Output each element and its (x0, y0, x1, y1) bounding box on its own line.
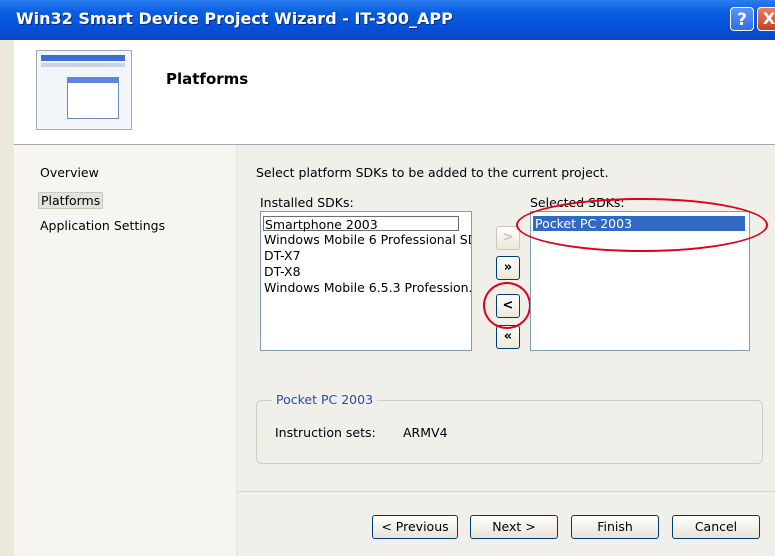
footer-divider (238, 491, 775, 492)
installed-sdks-label: Installed SDKs: (260, 195, 354, 210)
group-title: Pocket PC 2003 (272, 392, 378, 407)
wizard-thumbnail-icon (36, 50, 132, 130)
platforms-panel: Select platform SDKs to be added to the … (238, 145, 775, 556)
next-button[interactable]: Next > (470, 515, 558, 539)
nav-item-application-settings[interactable]: Application Settings (40, 218, 165, 233)
installed-sdks-list[interactable]: Smartphone 2003 Windows Mobile 6 Profess… (260, 211, 472, 351)
wizard-header: Platforms (14, 40, 775, 145)
window-title: Win32 Smart Device Project Wizard - IT-3… (16, 9, 453, 28)
intro-text: Select platform SDKs to be added to the … (256, 165, 609, 180)
wizard-window: Win32 Smart Device Project Wizard - IT-3… (0, 0, 775, 556)
add-all-sdks-button[interactable]: » (496, 256, 520, 280)
page-title: Platforms (166, 70, 249, 88)
title-bar[interactable]: Win32 Smart Device Project Wizard - IT-3… (0, 0, 775, 40)
help-icon[interactable]: ? (730, 7, 754, 31)
annotation-circle-remove (483, 282, 531, 329)
list-item[interactable]: Windows Mobile 6.5.3 Profession. (264, 280, 471, 295)
previous-button[interactable]: < Previous (372, 515, 458, 539)
list-item[interactable]: Windows Mobile 6 Professional SD (264, 232, 471, 247)
cancel-button[interactable]: Cancel (672, 515, 760, 539)
wizard-nav: Overview Platforms Application Settings (14, 145, 236, 556)
annotation-circle-selected (516, 198, 768, 252)
list-item[interactable]: DT-X7 (264, 248, 301, 263)
instruction-sets-value: ARMV4 (403, 425, 448, 440)
nav-item-overview[interactable]: Overview (40, 165, 99, 180)
instruction-sets-label: Instruction sets: (275, 425, 376, 440)
close-icon[interactable]: X (757, 7, 775, 31)
finish-button[interactable]: Finish (571, 515, 659, 539)
list-item[interactable]: DT-X8 (264, 264, 301, 279)
add-sdk-button[interactable]: > (496, 226, 520, 250)
list-item[interactable]: Smartphone 2003 (263, 216, 459, 232)
nav-item-platforms[interactable]: Platforms (38, 192, 104, 209)
